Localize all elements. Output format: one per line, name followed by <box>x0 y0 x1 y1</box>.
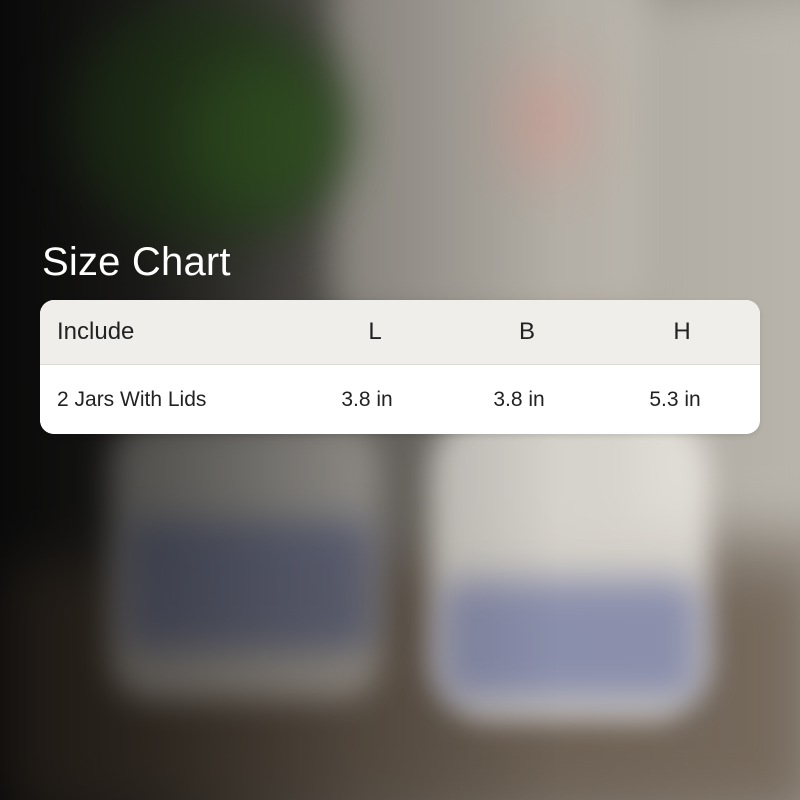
cell-length: 3.8 in <box>341 387 393 411</box>
table-row: 2 Jars With Lids 3.8 in 3.8 in 5.3 in <box>40 365 760 434</box>
size-chart-title: Size Chart <box>42 240 231 284</box>
header-length: L <box>368 318 382 345</box>
header-include: Include <box>57 318 135 345</box>
header-height: H <box>673 318 691 345</box>
size-chart-table: Include L B H 2 Jars With Lids 3.8 in 3.… <box>40 300 760 434</box>
cell-height: 5.3 in <box>649 387 701 411</box>
header-breadth: B <box>518 318 535 345</box>
table-header-row: Include L B H <box>40 300 760 365</box>
cell-include: 2 Jars With Lids <box>57 387 207 411</box>
cell-breadth: 3.8 in <box>493 387 545 411</box>
